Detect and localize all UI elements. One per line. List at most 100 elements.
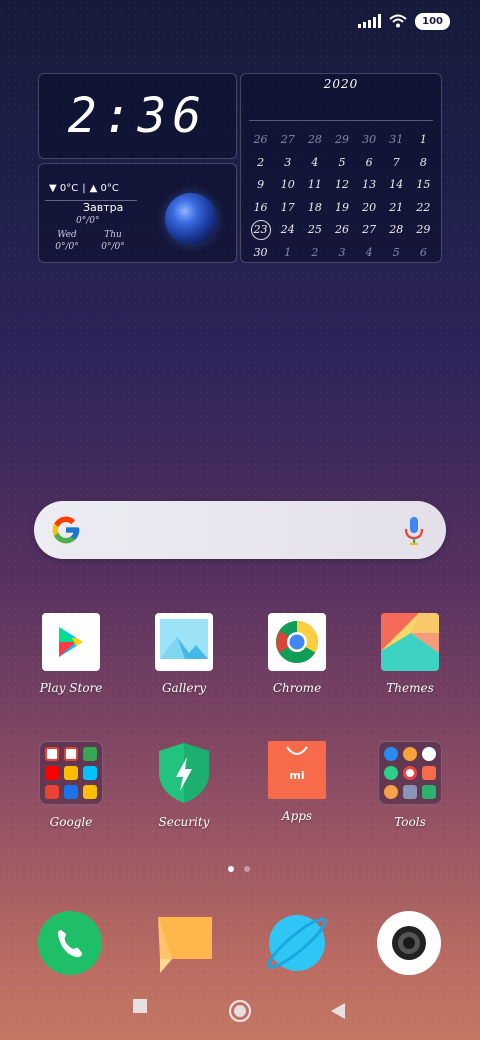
calendar-day[interactable]: 25 — [301, 219, 328, 242]
home-button[interactable] — [228, 999, 252, 1023]
forecast-day: Thu — [104, 230, 122, 240]
calendar-day[interactable]: 31 — [383, 129, 410, 152]
page-indicator — [228, 866, 250, 872]
app-apps[interactable]: mi Apps — [251, 741, 343, 823]
calendar-day-number: 15 — [416, 178, 431, 191]
calendar-day-number: 28 — [307, 133, 322, 146]
calendar-day[interactable]: 4 — [356, 242, 383, 265]
calendar-day-number: 11 — [307, 178, 322, 191]
calendar-day-number: 31 — [389, 133, 404, 146]
calendar-day[interactable]: 30 — [247, 242, 274, 265]
chrome-icon — [268, 613, 326, 671]
app-label: Gallery — [161, 681, 207, 695]
calendar-day[interactable]: 7 — [383, 152, 410, 175]
calendar-day-number: 3 — [284, 155, 292, 169]
weather-low: ▼ 0°C — [49, 183, 79, 194]
weather-widget[interactable]: ▼ 0°C | ▲ 0°C Завтра 0°/0° Wed 0°/0° Thu… — [38, 163, 237, 263]
calendar-day[interactable]: 28 — [383, 219, 410, 242]
calendar-day[interactable]: 27 — [274, 129, 301, 152]
app-gallery[interactable]: Gallery — [138, 613, 230, 695]
earth-icon — [165, 193, 217, 245]
calendar-day-number: 25 — [307, 223, 322, 236]
clock-time: 2:36 — [67, 88, 208, 144]
calendar-day[interactable]: 24 — [274, 219, 301, 242]
calendar-day[interactable]: 5 — [328, 152, 355, 175]
calendar-day[interactable]: 11 — [301, 174, 328, 197]
calendar-day-number: 26 — [253, 133, 268, 146]
calendar-day-number: 10 — [280, 178, 295, 191]
page-dot[interactable] — [244, 866, 250, 872]
google-g-icon[interactable] — [50, 514, 82, 546]
page-dot[interactable] — [228, 866, 234, 872]
calendar-day[interactable]: 14 — [383, 174, 410, 197]
calendar-day[interactable]: 8 — [410, 152, 437, 175]
calendar-day[interactable]: 19 — [328, 197, 355, 220]
calendar-day[interactable]: 29 — [328, 129, 355, 152]
recents-button[interactable] — [132, 998, 148, 1014]
calendar-day-number: 18 — [307, 200, 322, 214]
calendar-day[interactable]: 10 — [274, 174, 301, 197]
calendar-day[interactable]: 18 — [301, 197, 328, 220]
back-button[interactable] — [330, 1002, 346, 1020]
calendar-day[interactable]: 15 — [410, 174, 437, 197]
calendar-day[interactable]: 21 — [383, 197, 410, 220]
calendar-day[interactable]: 20 — [356, 197, 383, 220]
calendar-widget[interactable]: 2020 26 27 28 29 30 31 1 2 3 4 5 6 7 8 9 10 11 12 13 14 15 16… — [240, 73, 442, 263]
calendar-day[interactable]: 5 — [383, 242, 410, 265]
calendar-day-number: 1 — [419, 133, 427, 146]
calendar-day[interactable]: 26 — [247, 129, 274, 152]
calendar-day[interactable]: 27 — [356, 219, 383, 242]
calendar-day[interactable]: 3 — [328, 242, 355, 265]
google-search-bar[interactable] — [34, 501, 446, 559]
calendar-day-today[interactable]: 23 — [247, 219, 274, 242]
calendar-grid: 26 27 28 29 30 31 1 2 3 4 5 6 7 8 9 10 11 12 13 14 15 16 17 18 1… — [247, 129, 437, 264]
apps-store-icon: mi — [268, 741, 326, 799]
calendar-day-number: 28 — [389, 223, 404, 236]
calendar-day-number: 9 — [257, 178, 265, 191]
folder-google[interactable]: Google — [25, 741, 117, 829]
calendar-day-number: 8 — [419, 155, 427, 169]
calendar-day-number: 5 — [392, 245, 400, 259]
calendar-day[interactable]: 1 — [410, 129, 437, 152]
app-label: Tools — [394, 815, 426, 829]
app-chrome[interactable]: Chrome — [251, 613, 343, 695]
calendar-day[interactable]: 4 — [301, 152, 328, 175]
calendar-day[interactable]: 30 — [356, 129, 383, 152]
browser-icon[interactable] — [265, 911, 329, 975]
app-security[interactable]: Security — [138, 741, 230, 829]
calendar-day[interactable]: 6 — [410, 242, 437, 265]
calendar-day[interactable]: 6 — [356, 152, 383, 175]
gallery-icon — [155, 613, 213, 671]
calendar-day[interactable]: 17 — [274, 197, 301, 220]
folder-tools[interactable]: Tools — [364, 741, 456, 829]
calendar-day-number: 23 — [250, 220, 271, 240]
clock-widget[interactable]: 2:36 — [38, 73, 237, 159]
calendar-day-number: 27 — [362, 223, 377, 236]
calendar-day[interactable]: 9 — [247, 174, 274, 197]
calendar-day[interactable]: 1 — [274, 242, 301, 265]
calendar-day[interactable]: 16 — [247, 197, 274, 220]
app-play-store[interactable]: Play Store — [25, 613, 117, 695]
calendar-day[interactable]: 2 — [301, 242, 328, 265]
calendar-day[interactable]: 13 — [356, 174, 383, 197]
app-label: Security — [158, 815, 210, 829]
calendar-day[interactable]: 29 — [410, 219, 437, 242]
calendar-day[interactable]: 3 — [274, 152, 301, 175]
calendar-day[interactable]: 12 — [328, 174, 355, 197]
calendar-day[interactable]: 2 — [247, 152, 274, 175]
app-themes[interactable]: Themes — [364, 613, 456, 695]
calendar-day-number: 4 — [365, 245, 373, 259]
phone-icon[interactable] — [38, 911, 102, 975]
weather-tomorrow-label: Завтра — [83, 201, 124, 214]
camera-icon[interactable] — [377, 911, 441, 975]
calendar-day-number: 22 — [416, 200, 431, 214]
themes-icon — [381, 613, 439, 671]
calendar-day-number: 14 — [389, 178, 404, 191]
calendar-day-number: 30 — [362, 133, 377, 146]
tools-folder-icon — [378, 741, 442, 805]
messages-icon[interactable] — [154, 911, 218, 975]
calendar-day[interactable]: 28 — [301, 129, 328, 152]
calendar-day[interactable]: 22 — [410, 197, 437, 220]
mic-icon[interactable] — [404, 516, 424, 546]
calendar-day[interactable]: 26 — [328, 219, 355, 242]
